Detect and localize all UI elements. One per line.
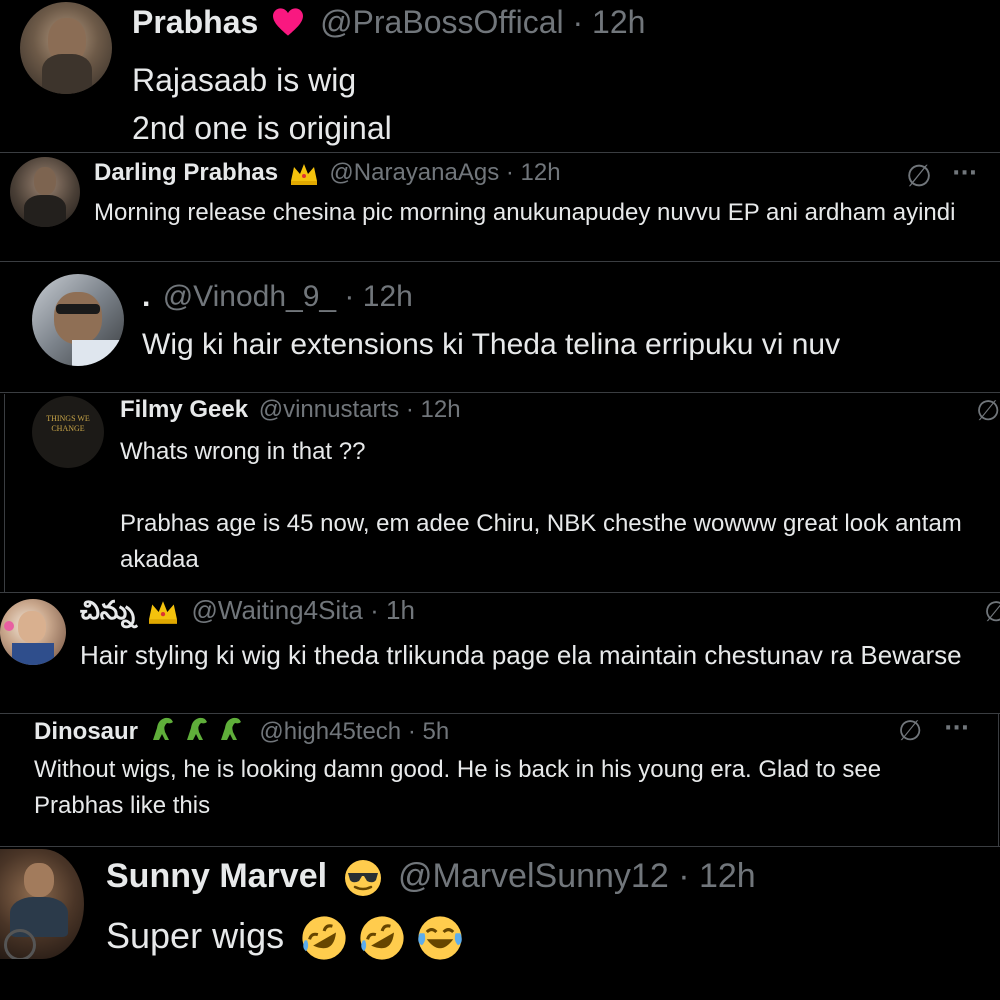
dinosaur-emoji-icons: [149, 714, 249, 751]
joy-emoji-icon: [418, 916, 462, 961]
more-options-icon[interactable]: ···: [944, 716, 969, 741]
author-name[interactable]: .: [142, 280, 150, 313]
tweet-text: Hair styling ki wig ki theda trlikunda p…: [80, 640, 962, 670]
tweet-text: Rajasaab is wig 2nd one is original: [132, 62, 392, 146]
tweet-text: Morning release chesina pic morning anuk…: [94, 199, 956, 226]
timestamp[interactable]: 12h: [421, 396, 461, 423]
tweet-prabhas[interactable]: Prabhas @PraBossOffical · 12h Rajasaab i…: [0, 0, 1000, 152]
grok-icon[interactable]: ∅: [906, 159, 932, 194]
tweet-dinosaur[interactable]: Dinosaur @high45tech · 5h ∅ ··· Without …: [0, 714, 1000, 846]
author-handle[interactable]: @vinnustarts: [259, 396, 399, 423]
avatar-filmy-geek[interactable]: THINGS WE CHANGE: [32, 396, 104, 468]
timestamp[interactable]: 1h: [386, 595, 415, 625]
author-handle[interactable]: @Waiting4Sita: [192, 595, 363, 625]
tweet-vinodh[interactable]: . @Vinodh_9_ · 12h Wig ki hair extension…: [0, 262, 1000, 392]
more-options-icon[interactable]: ···: [952, 161, 977, 186]
tweet-text: Whats wrong in that ?? Prabhas age is 45…: [120, 438, 962, 573]
timestamp[interactable]: 12h: [521, 159, 561, 186]
avatar-vinodh[interactable]: [32, 274, 124, 366]
avatar-sunny-marvel[interactable]: [0, 849, 84, 959]
avatar-darling-prabhas[interactable]: [10, 157, 80, 227]
author-name[interactable]: Darling Prabhas: [94, 159, 278, 186]
author-handle[interactable]: @MarvelSunny12: [398, 857, 669, 895]
grok-icon[interactable]: ∅: [898, 714, 922, 747]
rofl-emoji-icon: [360, 916, 404, 961]
author-handle[interactable]: @NarayanaAgs: [329, 159, 499, 186]
avatar-prabhas[interactable]: [20, 2, 112, 94]
author-name[interactable]: Dinosaur: [34, 718, 138, 745]
heart-icon: [273, 8, 304, 36]
tweet-text: Wig ki hair extensions ki Theda telina e…: [142, 328, 841, 361]
crown-emoji-icon: [290, 163, 317, 185]
avatar-chinnu[interactable]: [0, 599, 66, 665]
timestamp[interactable]: 12h: [699, 857, 756, 895]
timestamp[interactable]: 12h: [592, 4, 645, 40]
author-name[interactable]: Filmy Geek: [120, 396, 248, 423]
crown-emoji-icon: [149, 601, 178, 624]
author-handle[interactable]: @Vinodh_9_: [163, 280, 336, 313]
rofl-emoji-icon: [302, 916, 346, 961]
grok-icon[interactable]: ∅: [984, 595, 1000, 628]
author-name[interactable]: చిన్ను: [80, 596, 135, 626]
grok-icon[interactable]: ∅: [976, 394, 1000, 427]
cool-sunglasses-emoji-icon: [344, 860, 381, 897]
tweet-sunny-marvel[interactable]: Sunny Marvel @MarvelSunny12 · 12h Super …: [0, 847, 1000, 1000]
tweet-darling-prabhas[interactable]: Darling Prabhas @NarayanaAgs · 12h ∅ ···…: [0, 153, 1000, 261]
tweet-chinnu[interactable]: చిన్ను @Waiting4Sita · 1h ∅ Hair styling…: [0, 593, 1000, 713]
author-handle[interactable]: @high45tech: [259, 718, 401, 745]
tweet-text: Super wigs: [106, 913, 464, 962]
tweet-filmy-geek[interactable]: THINGS WE CHANGE Filmy Geek @vinnustarts…: [0, 394, 1000, 592]
author-name[interactable]: Sunny Marvel: [106, 857, 327, 895]
timestamp[interactable]: 5h: [423, 718, 450, 745]
author-handle[interactable]: @PraBossOffical: [320, 4, 564, 40]
timestamp[interactable]: 12h: [363, 280, 413, 313]
author-name[interactable]: Prabhas: [132, 4, 258, 40]
tweet-text: Without wigs, he is looking damn good. H…: [34, 756, 882, 819]
